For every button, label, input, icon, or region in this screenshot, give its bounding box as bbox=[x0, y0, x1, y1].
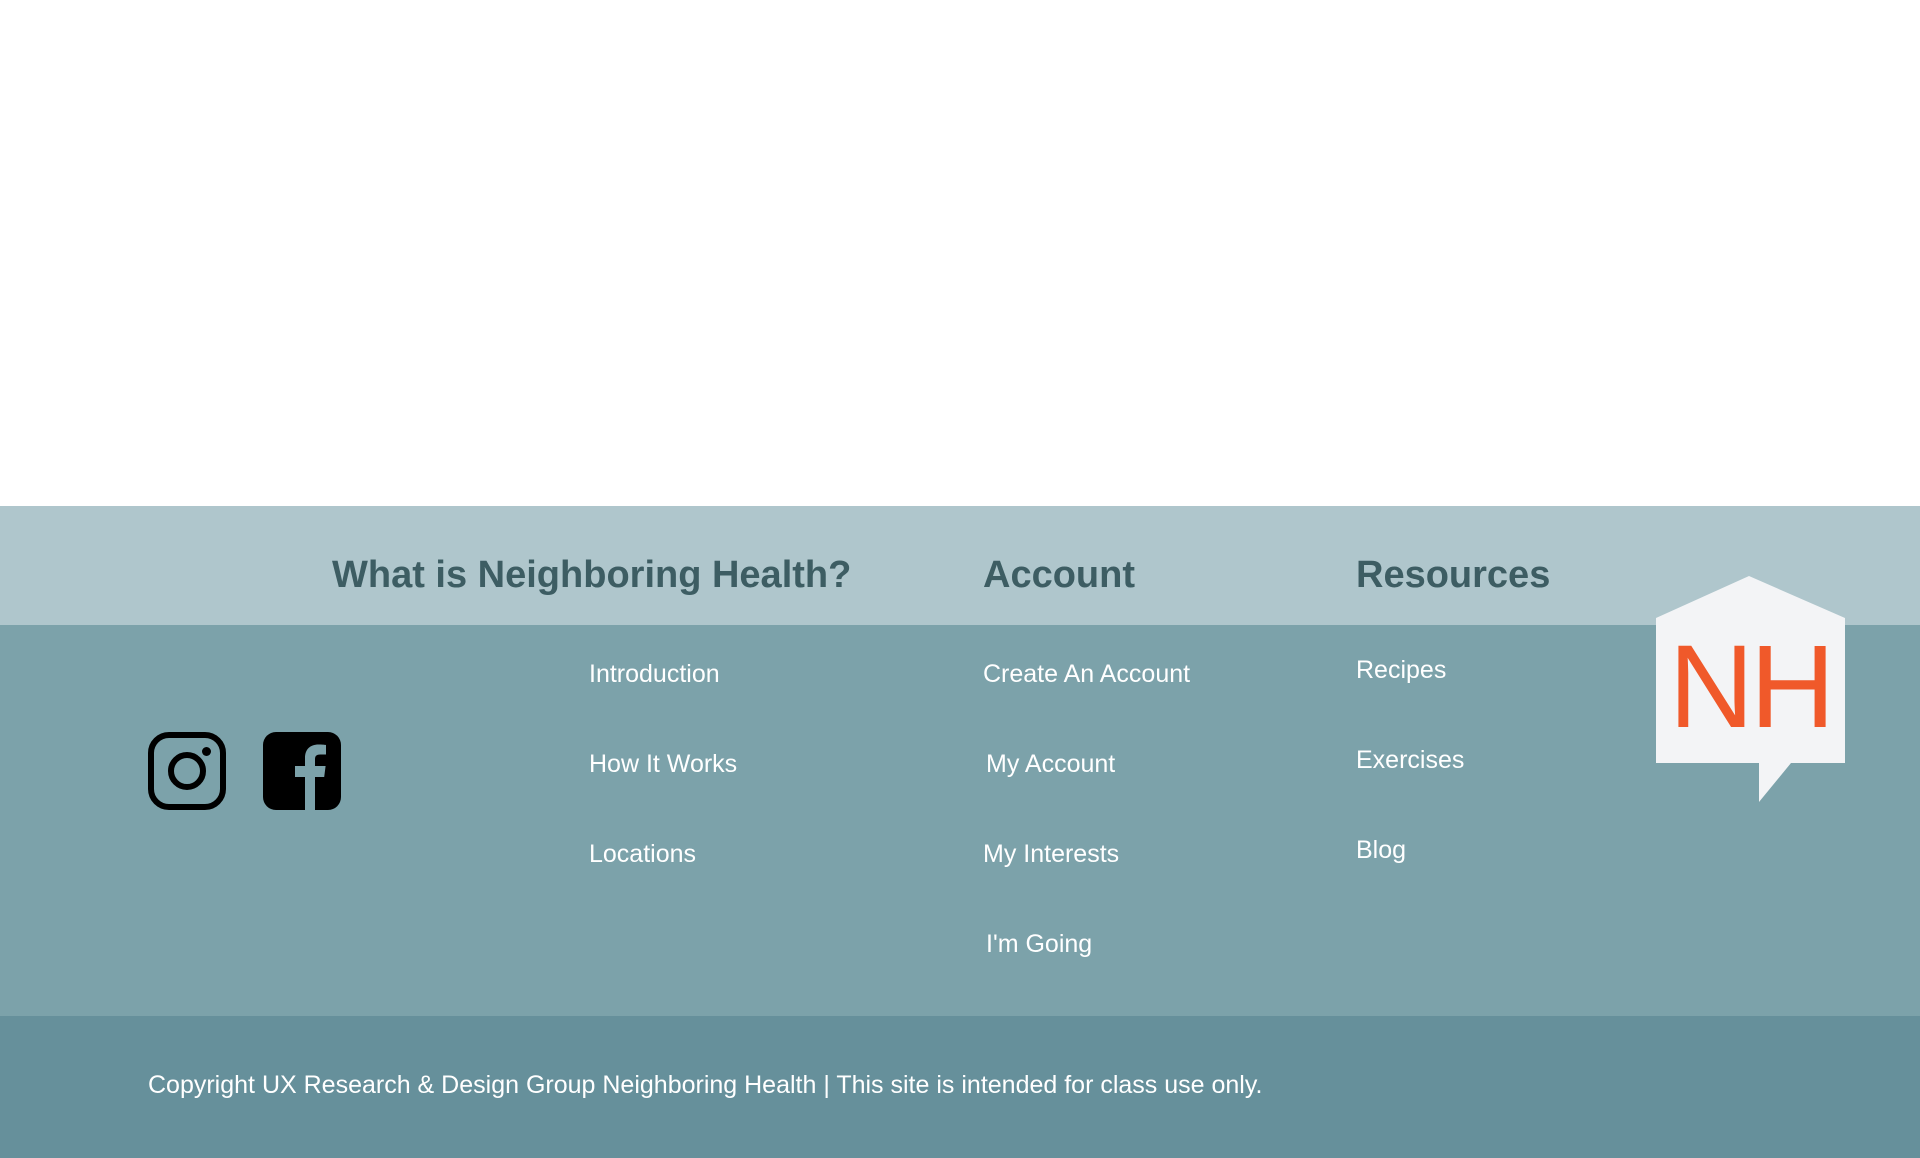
logo-text: NH bbox=[1668, 621, 1835, 753]
footer-link-exercises[interactable]: Exercises bbox=[1356, 744, 1464, 776]
copyright-text: Copyright UX Research & Design Group Nei… bbox=[148, 1071, 1263, 1099]
main-content-area bbox=[0, 0, 1920, 506]
facebook-icon bbox=[263, 732, 341, 810]
footer-link-my-interests[interactable]: My Interests bbox=[983, 838, 1119, 870]
footer-link-blog[interactable]: Blog bbox=[1356, 834, 1406, 866]
footer-links-band bbox=[0, 625, 1920, 1016]
footer-heading-account: Account bbox=[983, 554, 1135, 596]
neighboring-health-logo[interactable]: NH bbox=[1655, 575, 1847, 805]
instagram-link[interactable] bbox=[148, 732, 226, 810]
footer-heading-about: What is Neighboring Health? bbox=[332, 554, 852, 596]
facebook-link[interactable] bbox=[263, 732, 341, 810]
footer-link-how-it-works[interactable]: How It Works bbox=[589, 748, 737, 780]
footer-link-create-account[interactable]: Create An Account bbox=[983, 658, 1190, 690]
instagram-icon bbox=[148, 732, 226, 810]
footer-link-recipes[interactable]: Recipes bbox=[1356, 654, 1446, 686]
footer-link-im-going[interactable]: I'm Going bbox=[986, 928, 1092, 960]
page: What is Neighboring Health? Account Reso… bbox=[0, 0, 1920, 1158]
footer-heading-resources: Resources bbox=[1356, 554, 1551, 596]
footer-link-introduction[interactable]: Introduction bbox=[589, 658, 720, 690]
footer-link-locations[interactable]: Locations bbox=[589, 838, 696, 870]
footer-heading-band bbox=[0, 506, 1920, 625]
footer-link-my-account[interactable]: My Account bbox=[986, 748, 1115, 780]
